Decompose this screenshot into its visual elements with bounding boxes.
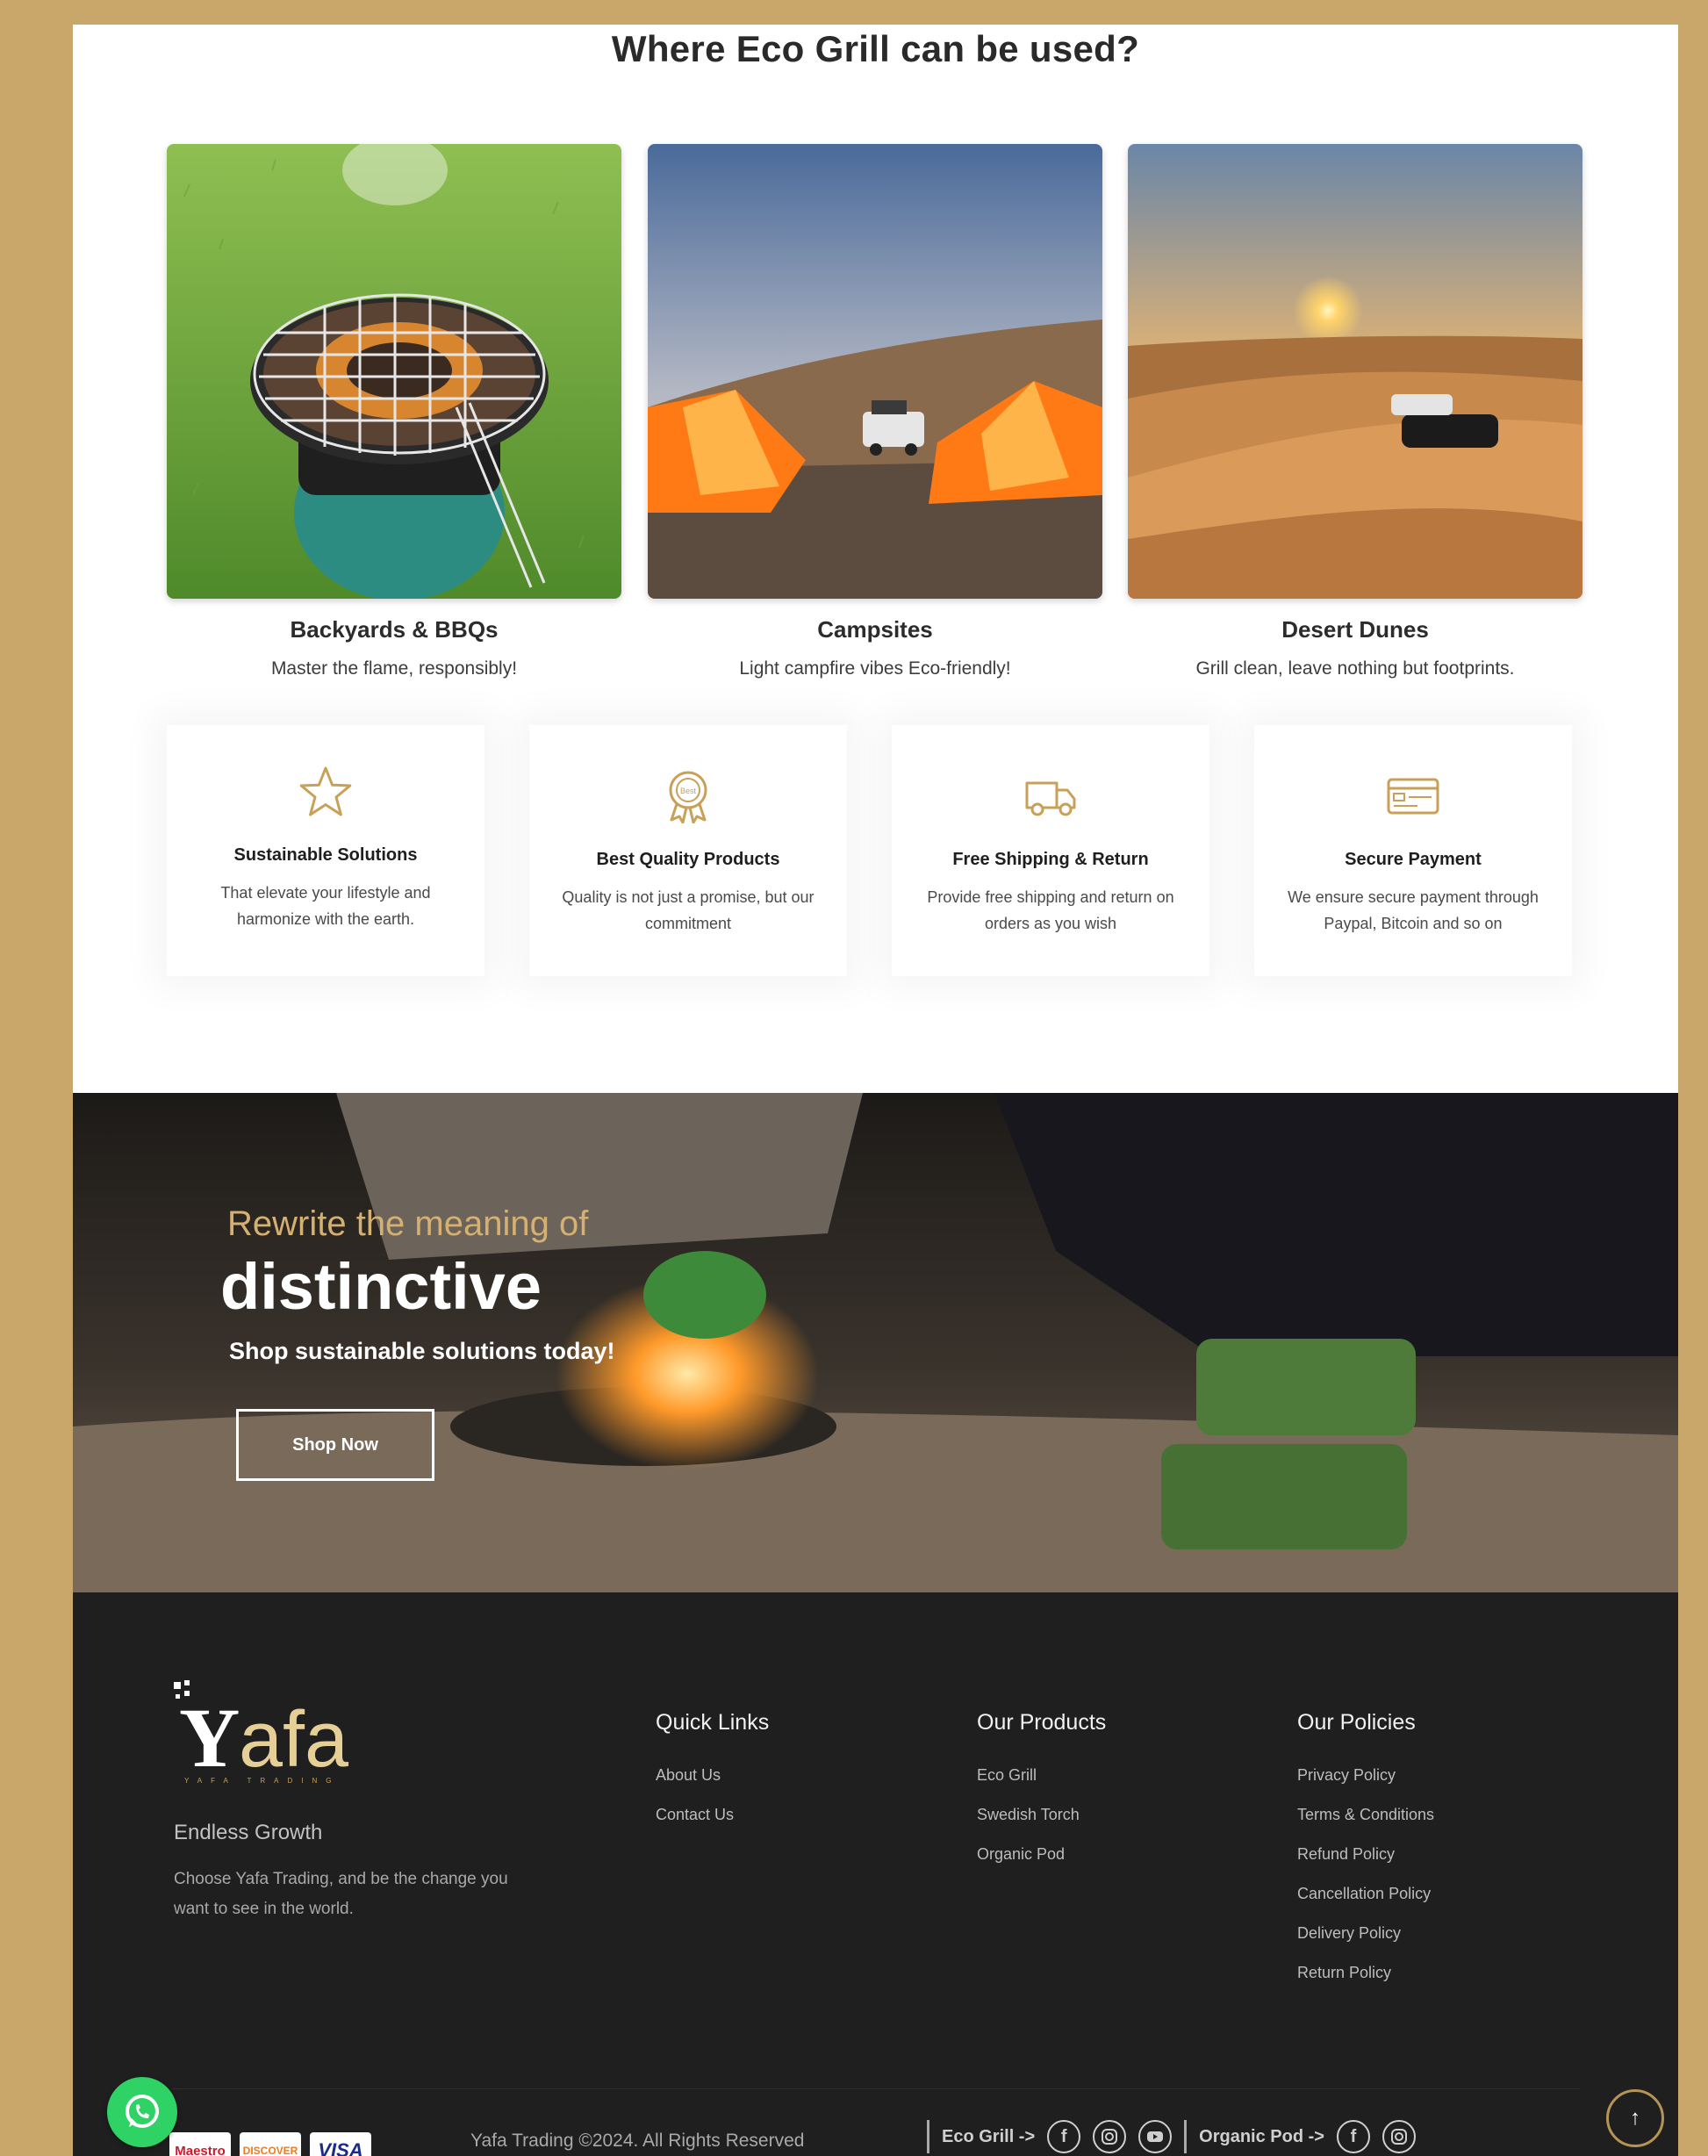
desert-dunes-image bbox=[1128, 144, 1582, 599]
use-card-desc: Light campfire vibes Eco-friendly! bbox=[739, 658, 1011, 679]
footer-link-refund-policy[interactable]: Refund Policy bbox=[1297, 1835, 1434, 1874]
facebook-icon[interactable]: f bbox=[1047, 2120, 1081, 2153]
svg-text:YAFA TRADING: YAFA TRADING bbox=[184, 1777, 341, 1785]
organic-pod-social-label: Organic Pod -> bbox=[1199, 2126, 1324, 2146]
divider bbox=[927, 2120, 929, 2153]
footer-link-organic-pod[interactable]: Organic Pod bbox=[977, 1835, 1106, 1874]
footer-link-delivery-policy[interactable]: Delivery Policy bbox=[1297, 1914, 1434, 1953]
hero-subtitle: Shop sustainable solutions today! bbox=[229, 1338, 615, 1364]
feature-payment: Secure Payment We ensure secure payment … bbox=[1254, 725, 1572, 976]
hero-kicker: Rewrite the meaning of bbox=[227, 1204, 589, 1243]
eco-grill-social-label: Eco Grill -> bbox=[942, 2126, 1036, 2146]
copyright-text: Yafa Trading ©2024. All Rights Reserved bbox=[470, 2131, 805, 2151]
footer-link-return-policy[interactable]: Return Policy bbox=[1297, 1953, 1434, 1993]
feature-title: Sustainable Solutions bbox=[233, 845, 418, 865]
section-title: Where Eco Grill can be used? bbox=[611, 28, 1140, 69]
footer-divider bbox=[172, 2088, 1580, 2089]
divider bbox=[1184, 2120, 1188, 2153]
backyard-grill-image bbox=[167, 144, 621, 599]
use-card-desc: Master the flame, responsibly! bbox=[270, 658, 518, 679]
footer-quick-links: Quick Links About Us Contact Us bbox=[656, 1708, 769, 1835]
scroll-to-top-icon[interactable]: ↑ bbox=[1606, 2089, 1664, 2147]
footer-link-about-us[interactable]: About Us bbox=[656, 1756, 769, 1795]
use-card-backyard[interactable]: Backyards & BBQs Master the flame, respo… bbox=[167, 144, 621, 681]
footer-link-swedish-torch[interactable]: Swedish Torch bbox=[977, 1795, 1106, 1835]
footer-link-contact-us[interactable]: Contact Us bbox=[656, 1795, 769, 1835]
svg-text:Best: Best bbox=[680, 787, 697, 795]
star-icon bbox=[299, 766, 352, 816]
feature-shipping: Free Shipping & Return Provide free ship… bbox=[892, 725, 1209, 976]
feature-title: Secure Payment bbox=[1345, 850, 1482, 869]
use-card-title: Campsites bbox=[817, 616, 933, 643]
feature-title: Best Quality Products bbox=[596, 850, 780, 869]
footer-about: Choose Yafa Trading, and be the change y… bbox=[174, 1870, 508, 1918]
feature-desc: Quality is not just a promise, but our c… bbox=[562, 888, 815, 932]
hero-banner: Rewrite the meaning of distinctive Shop … bbox=[73, 1093, 1678, 1592]
campsite-image bbox=[648, 144, 1102, 599]
footer: Y afa YAFA TRADING Endless Growth Choose… bbox=[73, 1592, 1678, 2156]
payment-methods: Maestro DISCOVER VISA bbox=[169, 2132, 371, 2156]
svg-text:Y: Y bbox=[179, 1691, 240, 1785]
whatsapp-icon[interactable] bbox=[107, 2077, 177, 2147]
feature-quality: Best Best Quality Products Quality is no… bbox=[529, 725, 847, 976]
use-card-title: Backyards & BBQs bbox=[290, 616, 499, 643]
feature-title: Free Shipping & Return bbox=[952, 850, 1149, 869]
use-card-title: Desert Dunes bbox=[1281, 616, 1429, 643]
feature-desc: We ensure secure payment through Paypal,… bbox=[1288, 888, 1539, 932]
feature-sustainable: Sustainable Solutions That elevate your … bbox=[167, 725, 484, 976]
footer-column-title: Our Policies bbox=[1297, 1710, 1416, 1735]
footer-our-policies: Our Policies Privacy Policy Terms & Cond… bbox=[1297, 1708, 1434, 1993]
visa-card-icon: VISA bbox=[310, 2132, 371, 2156]
use-card-desert[interactable]: Desert Dunes Grill clean, leave nothing … bbox=[1128, 144, 1582, 681]
shop-now-button[interactable]: Shop Now bbox=[236, 1409, 434, 1481]
footer-link-privacy-policy[interactable]: Privacy Policy bbox=[1297, 1756, 1434, 1795]
footer-column-title: Quick Links bbox=[656, 1710, 770, 1735]
truck-icon bbox=[1025, 781, 1076, 816]
credit-card-icon bbox=[1387, 778, 1439, 815]
instagram-icon[interactable] bbox=[1093, 2120, 1127, 2153]
footer-link-cancellation-policy[interactable]: Cancellation Policy bbox=[1297, 1874, 1434, 1914]
feature-desc: Provide free shipping and return on orde… bbox=[927, 888, 1174, 932]
badge-icon: Best bbox=[669, 771, 707, 823]
page: Where Eco Grill can be used? Backyards &… bbox=[73, 25, 1678, 2156]
facebook-icon[interactable]: f bbox=[1336, 2120, 1370, 2153]
footer-tagline: Endless Growth bbox=[174, 1821, 323, 1844]
footer-column-title: Our Products bbox=[977, 1710, 1107, 1735]
yafa-logo[interactable]: Y afa YAFA TRADING bbox=[172, 1680, 391, 1786]
feature-desc: That elevate your lifestyle and harmoniz… bbox=[220, 884, 431, 928]
footer-link-terms-conditions[interactable]: Terms & Conditions bbox=[1297, 1795, 1434, 1835]
hero-title: distinctive bbox=[220, 1250, 542, 1323]
footer-our-products: Our Products Eco Grill Swedish Torch Org… bbox=[977, 1708, 1106, 1874]
instagram-icon[interactable] bbox=[1381, 2120, 1416, 2153]
use-card-campsites[interactable]: Campsites Light campfire vibes Eco-frien… bbox=[648, 144, 1102, 681]
social-links: Eco Grill -> f Organic Pod -> f bbox=[927, 2120, 1416, 2153]
footer-link-eco-grill[interactable]: Eco Grill bbox=[977, 1756, 1106, 1795]
discover-card-icon: DISCOVER bbox=[240, 2132, 301, 2156]
maestro-card-icon: Maestro bbox=[169, 2132, 231, 2156]
svg-text:afa: afa bbox=[239, 1696, 349, 1784]
youtube-icon[interactable] bbox=[1138, 2120, 1173, 2153]
use-card-desc: Grill clean, leave nothing but footprint… bbox=[1195, 658, 1515, 679]
